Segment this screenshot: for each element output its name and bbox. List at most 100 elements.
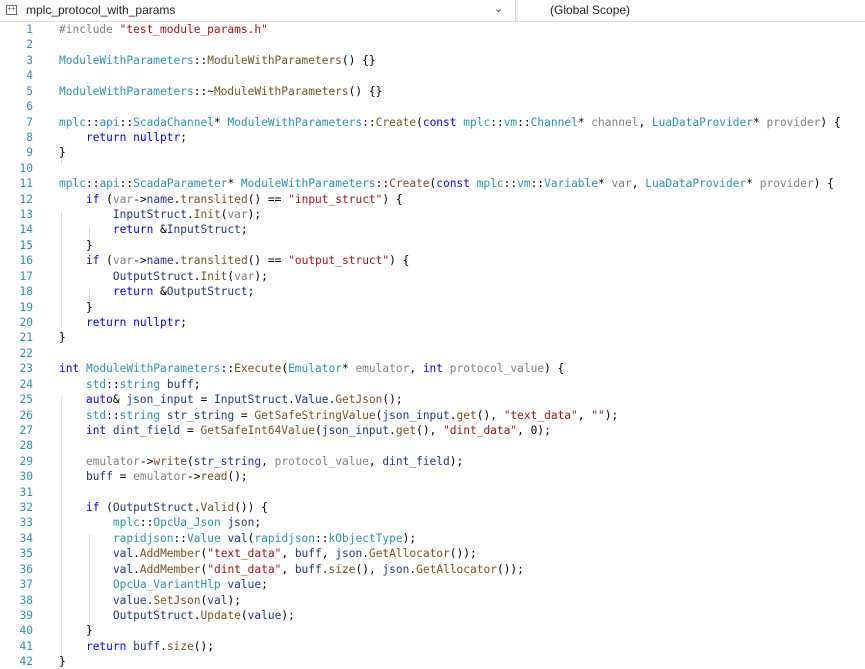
code-line[interactable]: 35 val.AddMember("text_data", buff, json…	[0, 546, 865, 561]
code-line[interactable]: 31	[0, 485, 865, 500]
code-line[interactable]: 39 OutputStruct.Update(value);	[0, 608, 865, 623]
code-text: return &OutputStruct;	[59, 284, 254, 299]
code-token: ,	[281, 547, 295, 561]
code-token: .	[288, 393, 295, 407]
code-token: "dint_data"	[443, 423, 518, 437]
code-token: Create	[389, 177, 430, 191]
line-number: 13	[19, 208, 33, 222]
code-line[interactable]: 13 InputStruct.Init(var);	[0, 207, 865, 222]
code-line[interactable]: 19 }	[0, 300, 865, 315]
code-line[interactable]: 20 return nullptr;	[0, 315, 865, 330]
code-token: ()) {	[234, 501, 268, 515]
code-token: translited	[180, 254, 248, 268]
code-line[interactable]: 30 buff = emulator->read();	[0, 469, 865, 484]
code-line[interactable]: 14 return &InputStruct;	[0, 222, 865, 237]
code-line[interactable]: 32 if (OutputStruct.Valid()) {	[0, 500, 865, 515]
code-line[interactable]: 18 return &OutputStruct;	[0, 284, 865, 299]
code-token: .	[160, 639, 167, 653]
code-text: InputStruct.Init(var);	[59, 207, 261, 222]
code-line[interactable]: 23 int ModuleWithParameters::Execute(Emul…	[0, 361, 865, 376]
code-text: }	[59, 623, 93, 638]
code-line[interactable]: 2	[0, 37, 865, 52]
code-text: OutputStruct.Init(var);	[59, 269, 268, 284]
code-token: channel	[591, 115, 639, 129]
code-token: buff	[85, 470, 113, 484]
code-line[interactable]: 4	[0, 68, 865, 83]
code-token: *	[577, 115, 592, 129]
code-token: var	[112, 192, 134, 206]
code-line[interactable]: 29 emulator->write(str_string, protocol_…	[0, 454, 865, 469]
code-line[interactable]: 12 if (var->name.translited() == "input_…	[0, 192, 865, 207]
code-line[interactable]: 10	[0, 161, 865, 176]
code-token: ;	[240, 223, 248, 237]
code-line[interactable]: 25 auto& json_input = InputStruct.Value.…	[0, 392, 865, 407]
code-token: SetJson	[153, 593, 201, 607]
code-line[interactable]: 38 value.SetJson(val);	[0, 593, 865, 608]
project-dropdown[interactable]: ++ mplc_protocol_with_params ⌄	[0, 0, 516, 21]
code-line[interactable]: 8 return nullptr;	[0, 130, 865, 145]
code-token: (	[240, 608, 248, 622]
code-token: .	[321, 562, 329, 576]
code-token: mplc	[59, 115, 86, 129]
code-line[interactable]: 22	[0, 346, 865, 361]
code-token: () {}	[348, 84, 383, 98]
code-token: ::	[139, 516, 154, 530]
code-token: return	[112, 285, 161, 299]
code-line[interactable]: 24 std::string buff;	[0, 377, 865, 392]
code-line[interactable]: 16 if (var->name.translited() == "output…	[0, 253, 865, 268]
code-token: dint_field	[382, 454, 450, 468]
code-line[interactable]: 15 }	[0, 238, 865, 253]
code-text: ModuleWithParameters::ModuleWithParamete…	[59, 53, 376, 68]
code-line[interactable]: 36 val.AddMember("dint_data", buff.size(…	[0, 562, 865, 577]
chevron-down-icon[interactable]: ⌄	[494, 2, 503, 15]
code-line[interactable]: 28	[0, 438, 865, 453]
code-token: ::	[119, 177, 134, 191]
code-token: Create	[375, 115, 417, 129]
code-token: ModuleWithParameters	[59, 53, 194, 67]
line-number: 32	[19, 501, 33, 515]
line-number: 2	[26, 38, 33, 52]
code-line[interactable]: 17 OutputStruct.Init(var);	[0, 269, 865, 284]
code-token: ,	[281, 562, 295, 576]
code-line[interactable]: 21}	[0, 330, 865, 345]
code-line[interactable]: 6	[0, 99, 865, 114]
code-line[interactable]: 40 }	[0, 623, 865, 638]
code-token: (	[106, 254, 113, 268]
code-text: int dint_field = GetSafeInt64Value(json_…	[59, 423, 551, 438]
line-number: 22	[19, 346, 33, 360]
line-number: 3	[26, 53, 33, 67]
line-number: 9	[26, 146, 33, 160]
code-text: }	[59, 330, 66, 345]
scope-dropdown[interactable]: (Global Scope)	[518, 0, 865, 21]
code-editor[interactable]: 1 #include "test_module_params.h" 2 3 Module…	[0, 22, 865, 669]
code-token: ) {	[389, 254, 410, 268]
code-line[interactable]: 26 std::string str_string = GetSafeStrin…	[0, 408, 865, 423]
code-line[interactable]: 37 OpcUa_VariantHlp value;	[0, 577, 865, 592]
code-line[interactable]: 1 #include "test_module_params.h"	[0, 22, 865, 37]
code-line[interactable]: 42}	[0, 654, 865, 669]
code-token: name	[146, 192, 174, 206]
code-token: buff	[166, 377, 194, 391]
code-line[interactable]: 33 mplc::OpcUa_Json json;	[0, 515, 865, 530]
code-token: Init	[200, 269, 228, 283]
code-token: ::	[220, 362, 235, 376]
code-token: val	[207, 593, 228, 607]
code-line[interactable]: 27 int dint_field = GetSafeInt64Value(js…	[0, 423, 865, 438]
code-line[interactable]: 41 return buff.size();	[0, 639, 865, 654]
code-token: value	[227, 578, 262, 592]
code-token: buff	[133, 639, 161, 653]
code-line[interactable]: 11 mplc::api::ScadaParameter* ModuleWithP…	[0, 176, 865, 191]
line-number: 38	[19, 593, 33, 607]
code-token: *	[598, 177, 612, 191]
code-line[interactable]: 5 ModuleWithParameters::~ModuleWithParame…	[0, 84, 865, 99]
code-token: return	[85, 130, 134, 144]
code-line[interactable]: 7 mplc::api::ScadaChannel* ModuleWithPara…	[0, 115, 865, 130]
code-line[interactable]: 9}	[0, 145, 865, 160]
code-line[interactable]: 34 rapidjson::Value val(rapidjson::kObje…	[0, 531, 865, 546]
code-line[interactable]: 3 ModuleWithParameters::ModuleWithParamet…	[0, 53, 865, 68]
